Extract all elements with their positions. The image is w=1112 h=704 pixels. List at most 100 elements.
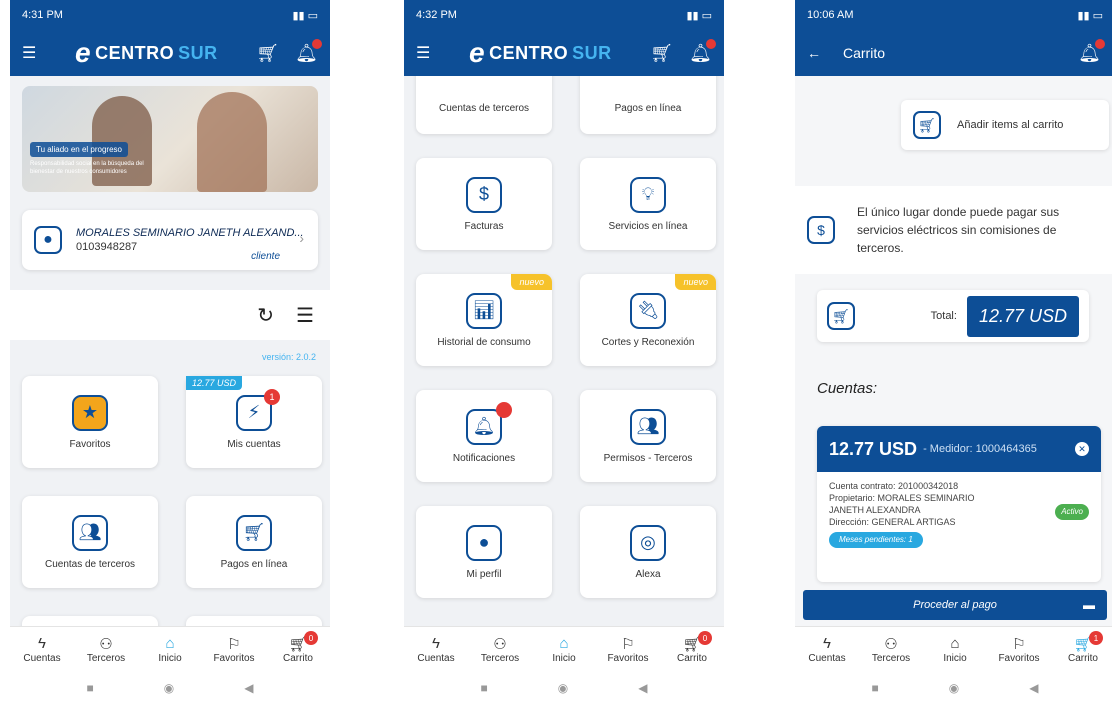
tile-historial-consumo[interactable]: nuevo 📊︎ Historial de consumo [416, 274, 552, 366]
tile-mis-cuentas[interactable]: 12.77 USD ⚡ 1 Mis cuentas [186, 376, 322, 468]
tile-partial[interactable] [22, 616, 158, 626]
home-button-icon[interactable]: ◉ [164, 681, 174, 695]
tab-inicio[interactable]: ⌂ Inicio [927, 635, 983, 664]
tile-alexa[interactable]: ◎ Alexa [580, 506, 716, 598]
tab-carrito[interactable]: 🛒︎ 0 Carrito [270, 631, 326, 664]
user-icon: ● [466, 524, 502, 561]
bolt-icon: ϟ [38, 635, 46, 652]
list-view-icon[interactable]: ☰ [296, 303, 314, 328]
tab-terceros[interactable]: ⚇ Terceros [863, 635, 919, 664]
tile-cuentas-terceros[interactable]: 👥︎ Cuentas de terceros [22, 496, 158, 588]
tile-label: Favoritos [69, 438, 111, 450]
tab-inicio[interactable]: ⌂ Inicio [142, 635, 198, 664]
cart-icon: 🛒︎ [913, 111, 941, 139]
tab-favoritos[interactable]: ⚐ Favoritos [206, 635, 262, 664]
back-arrow-icon[interactable]: ← [807, 45, 821, 61]
tab-cuentas[interactable]: ϟ Cuentas [799, 635, 855, 664]
user-card[interactable]: ● MORALES SEMINARIO JANETH ALEXAND... 01… [22, 210, 318, 270]
menu-icon[interactable]: ☰ [22, 43, 36, 63]
system-navbar: ■ ◉ ◀ [795, 672, 1112, 704]
bell-icon: 🔔︎ [466, 401, 512, 445]
menu-icon[interactable]: ☰ [416, 43, 430, 63]
back-icon[interactable]: ◀ [244, 681, 253, 695]
tab-favoritos[interactable]: ⚐ Favoritos [991, 635, 1047, 664]
notification-dot [312, 38, 322, 49]
pay-label: Proceder al pago [913, 599, 997, 611]
people-icon: ⚇ [493, 636, 507, 653]
brand-logo: e CENTRO SUR [469, 37, 612, 68]
tab-terceros[interactable]: ⚇ Terceros [78, 635, 134, 664]
people-plug-icon: 👥︎ [72, 514, 108, 551]
bolt-icon: ϟ [823, 635, 831, 652]
bell-icon[interactable]: 🔔︎ [689, 38, 716, 64]
tab-favoritos[interactable]: ⚐ Favoritos [600, 635, 656, 664]
brand-logo: e CENTRO SUR [75, 37, 218, 68]
back-icon[interactable]: ◀ [638, 681, 647, 695]
account-card[interactable]: 12.77 USD - Medidor: 1000464365 ✕ Cuenta… [817, 426, 1101, 582]
tile-label: Servicios en línea [608, 220, 688, 232]
tab-carrito[interactable]: 🛒︎ 1 Carrito [1055, 631, 1111, 664]
remove-icon[interactable]: ✕ [1075, 442, 1089, 456]
tile-label: Mi perfil [466, 568, 502, 580]
status-time: 10:06 AM [807, 9, 854, 21]
proceed-payment-button[interactable]: Proceder al pago ▬ [803, 590, 1107, 620]
tile-pagos-linea[interactable]: Pagos en línea [580, 76, 716, 134]
tile-notificaciones[interactable]: 🔔︎ Notificaciones [416, 390, 552, 482]
banner-subtitle: Responsabilidad social en la búsqueda de… [30, 161, 144, 175]
home-button-icon[interactable]: ◉ [949, 681, 959, 695]
tile-permisos-terceros[interactable]: 👥︎ Permisos - Terceros [580, 390, 716, 482]
people-icon: ⚇ [884, 636, 898, 653]
recents-icon[interactable]: ■ [87, 681, 94, 695]
bookmark-icon: ⚐ [621, 636, 635, 653]
tile-label: Cuentas de terceros [438, 102, 530, 114]
phone-cart: 10:06 AM ▮▮ ▭ ← Carrito 🔔︎ 🛒︎ Añadir ite… [795, 0, 1112, 704]
tab-label: Inicio [943, 653, 967, 664]
tile-partial[interactable] [186, 616, 322, 626]
tile-facturas[interactable]: $ Facturas [416, 158, 552, 250]
tile-favoritos[interactable]: ★ Favoritos [22, 376, 158, 468]
home-content: Tu aliado en el progreso Responsabilidad… [10, 76, 330, 626]
people-icon: ⚇ [99, 636, 113, 653]
bookmark-star-icon: ★ [72, 394, 108, 431]
tab-carrito[interactable]: 🛒︎ 0 Carrito [664, 631, 720, 664]
cart-icon[interactable]: 🛒︎ [256, 43, 279, 64]
tab-cuentas[interactable]: ϟ Cuentas [14, 635, 70, 664]
app-header: ☰ e CENTRO SUR 🛒︎ 🔔︎ [10, 30, 330, 76]
bell-icon[interactable]: 🔔︎ [1078, 38, 1105, 64]
tile-label: Cuentas de terceros [44, 558, 136, 570]
tab-terceros[interactable]: ⚇ Terceros [472, 635, 528, 664]
page-title: Carrito [843, 45, 886, 61]
menu-grid: Cuentas de terceros Pagos en línea $ Fac… [404, 76, 724, 598]
alexa-icon: ◎ [630, 524, 666, 561]
tile-pagos-linea[interactable]: 🛒︎ Pagos en línea [186, 496, 322, 588]
cart-icon: 🛒︎ [236, 514, 272, 551]
tab-label: Carrito [1067, 653, 1098, 664]
tile-cortes-reconexion[interactable]: nuevo 🔌︎ Cortes y Reconexión [580, 274, 716, 366]
tile-label: Historial de consumo [437, 336, 531, 348]
refresh-icon[interactable]: ↻ [257, 303, 274, 328]
app-header: ☰ e CENTRO SUR 🛒︎ 🔔︎ [404, 30, 724, 76]
tab-label: Terceros [871, 653, 911, 664]
bell-icon[interactable]: 🔔︎ [295, 38, 322, 64]
tab-label: Favoritos [607, 653, 649, 664]
tab-inicio[interactable]: ⌂ Inicio [536, 635, 592, 664]
back-icon[interactable]: ◀ [1029, 681, 1038, 695]
new-badge: nuevo [675, 274, 716, 290]
bolt-plug-icon: ⚡ 1 [236, 388, 280, 431]
home-button-icon[interactable]: ◉ [558, 681, 568, 695]
bookmark-icon: ⚐ [1012, 636, 1026, 653]
promo-banner[interactable]: Tu aliado en el progreso Responsabilidad… [22, 86, 318, 192]
tile-mi-perfil[interactable]: ● Mi perfil [416, 506, 552, 598]
usd-badge: 12.77 USD [186, 376, 243, 390]
notification-dot [1095, 38, 1105, 49]
cart-icon[interactable]: 🛒︎ [650, 43, 673, 64]
tile-cuentas-terceros[interactable]: Cuentas de terceros [416, 76, 552, 134]
tile-servicios-linea[interactable]: 💡︎ Servicios en línea [580, 158, 716, 250]
total-value: 12.77 USD [966, 295, 1079, 337]
tile-label: Pagos en línea [614, 102, 682, 114]
account-meter: - Medidor: 1000464365 [923, 443, 1037, 455]
recents-icon[interactable]: ■ [481, 681, 488, 695]
recents-icon[interactable]: ■ [872, 681, 879, 695]
add-items-button[interactable]: 🛒︎ Añadir items al carrito [901, 100, 1109, 150]
tab-cuentas[interactable]: ϟ Cuentas [408, 635, 464, 664]
